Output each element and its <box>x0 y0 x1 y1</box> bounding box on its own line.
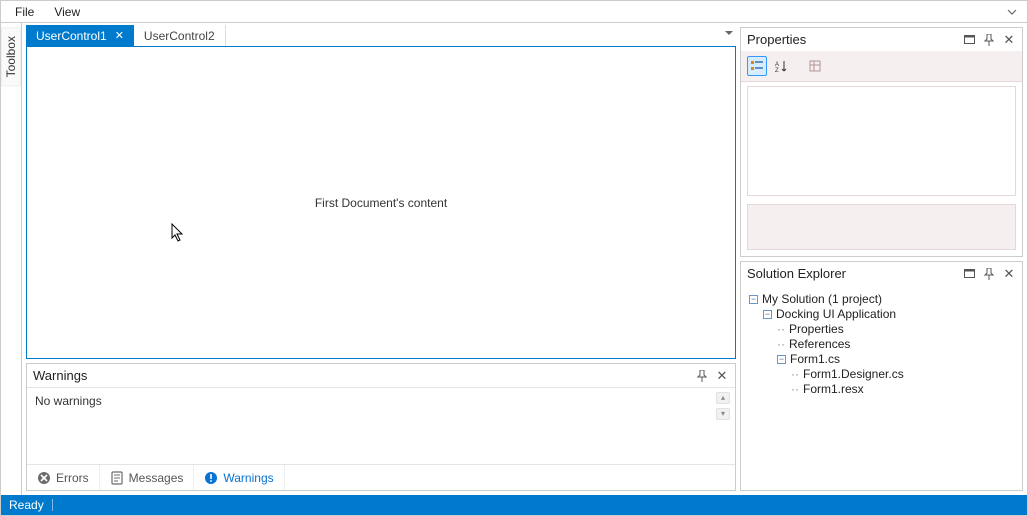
solution-tree[interactable]: − My Solution (1 project) − Docking UI A… <box>741 285 1022 403</box>
window-position-icon[interactable] <box>962 33 976 47</box>
pin-icon[interactable] <box>982 33 996 47</box>
tree-node-form[interactable]: − Form1.cs <box>777 352 1014 366</box>
error-icon <box>37 471 51 485</box>
close-icon[interactable]: ✕ <box>115 29 124 42</box>
menubar: File View <box>1 1 1027 23</box>
property-grid[interactable] <box>747 86 1016 196</box>
close-icon[interactable]: ✕ <box>1002 33 1016 47</box>
properties-toolbar: AZ <box>741 51 1022 82</box>
collapse-icon[interactable]: − <box>763 310 772 319</box>
status-bar: Ready <box>1 495 1027 515</box>
tab-usercontrol1[interactable]: UserControl1 ✕ <box>26 25 134 46</box>
warning-icon <box>204 471 218 485</box>
tree-label: My Solution (1 project) <box>762 292 882 306</box>
collapse-icon[interactable]: − <box>777 355 786 364</box>
tree-node-references[interactable]: References <box>777 337 1014 351</box>
menu-overflow-icon[interactable] <box>1001 5 1023 19</box>
tree-label: Form1.cs <box>790 352 840 366</box>
tree-node-designer[interactable]: Form1.Designer.cs <box>791 367 1014 381</box>
panel-title: Properties <box>747 32 956 47</box>
property-description <box>747 204 1016 250</box>
document-content-text: First Document's content <box>315 196 447 210</box>
tab-warnings[interactable]: Warnings <box>194 465 284 490</box>
tree-label: Docking UI Application <box>776 307 896 321</box>
tree-node-properties[interactable]: Properties <box>777 322 1014 336</box>
tab-messages[interactable]: Messages <box>100 465 195 490</box>
tree-label: Form1.Designer.cs <box>803 367 904 381</box>
tab-label: UserControl2 <box>144 29 215 43</box>
tree-label: Form1.resx <box>803 382 864 396</box>
tree-node-resx[interactable]: Form1.resx <box>791 382 1014 396</box>
pin-icon[interactable] <box>695 369 709 383</box>
document-body[interactable]: First Document's content <box>26 47 736 359</box>
messages-icon <box>110 471 124 485</box>
toolbox-collapsed-tab[interactable]: Toolbox <box>1 23 22 495</box>
scroll-up-button[interactable]: ▴ <box>716 392 730 404</box>
tree-node-project[interactable]: − Docking UI Application <box>763 307 1014 321</box>
menu-file[interactable]: File <box>5 3 44 21</box>
menu-view[interactable]: View <box>44 3 90 21</box>
window-position-icon[interactable] <box>962 267 976 281</box>
panel-body-text: No warnings <box>35 394 102 408</box>
workarea: Toolbox UserControl1 ✕ UserControl2 Firs… <box>1 23 1027 495</box>
right-column: Properties ✕ AZ <box>740 23 1027 495</box>
tree-node-solution[interactable]: − My Solution (1 project) <box>749 292 1014 306</box>
pin-icon[interactable] <box>982 267 996 281</box>
scroll-buttons: ▴ ▾ <box>716 392 730 420</box>
tree-label: References <box>789 337 850 351</box>
tab-errors[interactable]: Errors <box>27 465 100 490</box>
tab-label: Messages <box>129 471 184 485</box>
tab-usercontrol2[interactable]: UserControl2 <box>134 25 226 46</box>
center-column: UserControl1 ✕ UserControl2 First Docume… <box>22 23 740 495</box>
panel-header: Properties ✕ <box>741 28 1022 51</box>
property-pages-button[interactable] <box>805 56 825 76</box>
tab-label: UserControl1 <box>36 29 107 43</box>
panel-title: Warnings <box>33 368 689 383</box>
status-text: Ready <box>9 498 44 512</box>
mouse-cursor-icon <box>171 223 185 243</box>
properties-panel: Properties ✕ AZ <box>740 27 1023 257</box>
categorized-button[interactable] <box>747 56 767 76</box>
scroll-down-button[interactable]: ▾ <box>716 408 730 420</box>
panel-body: No warnings ▴ ▾ <box>27 387 735 464</box>
status-separator <box>52 499 53 511</box>
close-icon[interactable]: ✕ <box>1002 267 1016 281</box>
close-icon[interactable]: ✕ <box>715 369 729 383</box>
tab-label: Warnings <box>223 471 273 485</box>
bottom-panel: Warnings ✕ No warnings ▴ ▾ Errors <box>26 363 736 491</box>
panel-tabs: Errors Messages Warnings <box>27 464 735 490</box>
toolbox-label: Toolbox <box>1 27 21 86</box>
panel-header: Solution Explorer ✕ <box>741 262 1022 285</box>
svg-text:Z: Z <box>775 68 779 73</box>
panel-header: Warnings ✕ <box>27 364 735 387</box>
document-tabstrip: UserControl1 ✕ UserControl2 <box>26 25 736 47</box>
alphabetical-button[interactable]: AZ <box>771 56 791 76</box>
collapse-icon[interactable]: − <box>749 295 758 304</box>
tree-label: Properties <box>789 322 844 336</box>
tabs-dropdown-icon[interactable] <box>724 28 734 38</box>
tab-label: Errors <box>56 471 89 485</box>
solution-explorer-panel: Solution Explorer ✕ − My Solution (1 pro… <box>740 261 1023 491</box>
panel-title: Solution Explorer <box>747 266 956 281</box>
